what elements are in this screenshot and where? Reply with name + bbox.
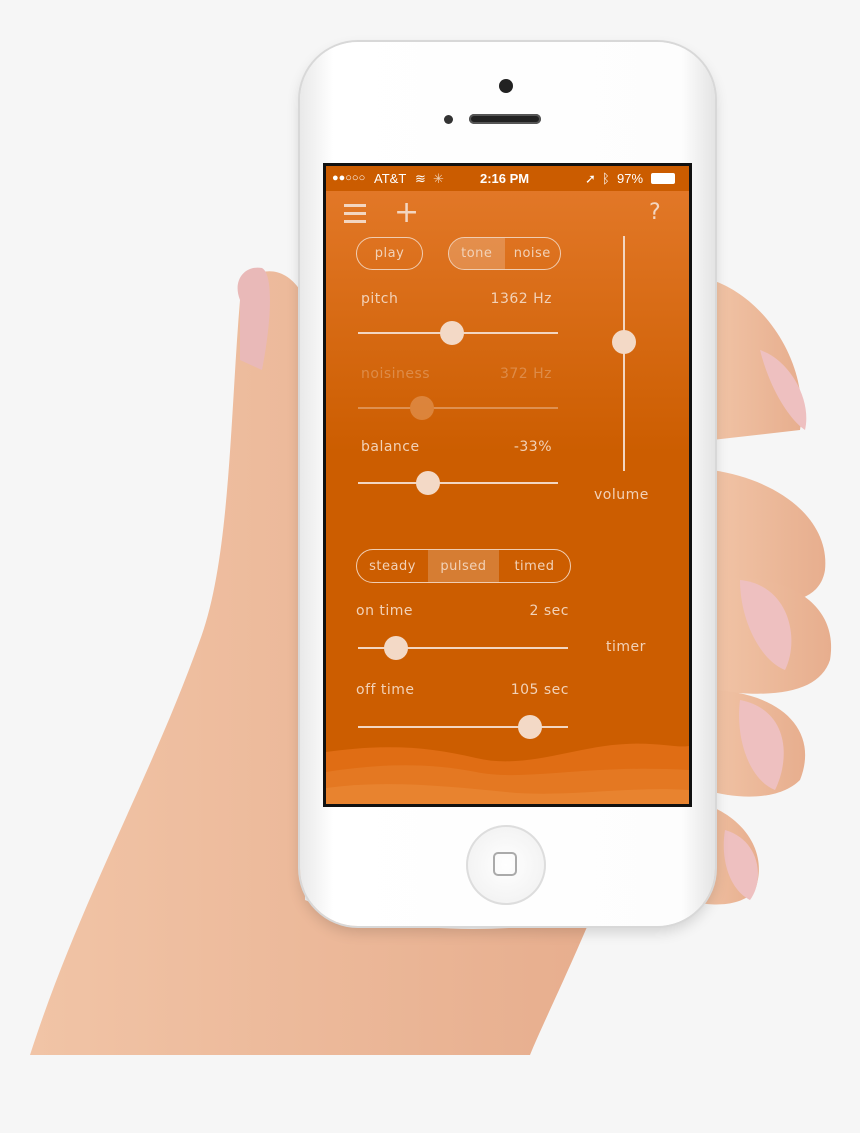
noisiness-slider-thumb[interactable] [410,396,434,420]
balance-slider-thumb[interactable] [416,471,440,495]
mode-toggle: steady pulsed timed [356,549,571,583]
balance-slider[interactable] [358,471,558,495]
home-square-icon [493,852,517,876]
play-label: play [374,246,405,261]
off-time-slider[interactable] [358,715,568,739]
off-time-label: off time [356,682,415,698]
front-camera [499,79,513,93]
volume-slider-thumb[interactable] [612,329,636,354]
proximity-sensor [444,115,453,124]
volume-label: volume [594,487,649,503]
activity-spinner-icon: ✳ [433,171,444,186]
signal-strength: ●●○○○ [332,172,366,184]
timed-option[interactable]: timed [499,550,570,582]
hamburger-icon[interactable] [344,204,366,223]
volume-slider[interactable] [612,236,636,471]
wifi-icon: ≋ [415,171,426,186]
location-arrow-icon: ➚ [585,171,596,186]
clock: 2:16 PM [480,171,530,186]
balance-label: balance [361,439,420,455]
phone-screen: ●●○○○ AT&T ≋ ✳ 2:16 PM ➚ ᛒ 97% + ? play … [323,163,692,807]
bluetooth-icon: ᛒ [602,171,610,186]
balance-value: -33% [513,439,552,455]
plus-icon[interactable]: + [394,198,419,228]
on-time-value: 2 sec [529,603,569,619]
noise-option[interactable]: noise [505,238,561,269]
off-time-value: 105 sec [510,682,569,698]
source-toggle: tone noise [448,237,561,270]
noisiness-slider[interactable] [358,396,558,420]
on-time-slider[interactable] [358,636,568,660]
tone-option[interactable]: tone [449,238,505,269]
timer-label: timer [606,639,646,655]
battery-icon [651,173,675,184]
pitch-value: 1362 Hz [490,291,552,307]
app-screen: ●●○○○ AT&T ≋ ✳ 2:16 PM ➚ ᛒ 97% + ? play … [326,166,689,804]
on-time-label: on time [356,603,414,619]
battery-percent: 97% [617,171,644,186]
pitch-label: pitch [361,291,399,307]
pulsed-option[interactable]: pulsed [428,550,499,582]
wave-decoration [326,743,689,804]
steady-option[interactable]: steady [357,550,428,582]
noisiness-value: 372 Hz [499,366,552,382]
help-button[interactable]: ? [649,200,661,225]
carrier: AT&T [374,171,407,186]
status-bar: ●●○○○ AT&T ≋ ✳ 2:16 PM ➚ ᛒ 97% [326,166,689,191]
pitch-slider-thumb[interactable] [440,321,464,345]
noisiness-label: noisiness [361,366,431,382]
pitch-slider[interactable] [358,321,558,345]
play-button[interactable]: play [356,237,423,270]
on-time-slider-thumb[interactable] [383,636,408,660]
earpiece-speaker [469,114,541,124]
